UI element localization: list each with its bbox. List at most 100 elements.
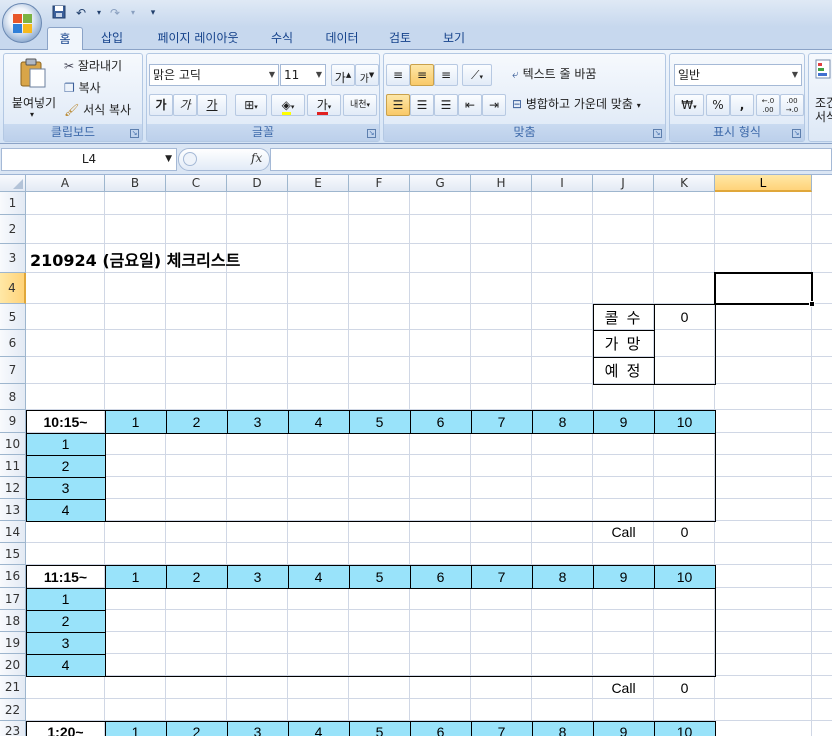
column-number-1[interactable]: 1	[105, 721, 166, 736]
tab-insert[interactable]: 삽입	[92, 27, 132, 50]
column-number-9[interactable]: 9	[593, 721, 654, 736]
row-header-7[interactable]: 7	[0, 357, 26, 384]
row-header-17[interactable]: 17	[0, 588, 26, 610]
grow-font-button[interactable]: 가▲	[331, 64, 355, 86]
insert-function-icon[interactable]: fx	[251, 151, 262, 165]
item-label[interactable]: 3	[26, 632, 105, 654]
column-header-f[interactable]: F	[349, 175, 410, 192]
call-count[interactable]: 0	[654, 676, 715, 699]
fill-handle[interactable]	[809, 301, 815, 307]
italic-button[interactable]: 가	[173, 94, 197, 116]
row-header-8[interactable]: 8	[0, 384, 26, 410]
column-number-10[interactable]: 10	[654, 565, 715, 588]
call-label[interactable]: Call	[593, 521, 654, 543]
column-number-8[interactable]: 8	[532, 565, 593, 588]
conditional-format-label[interactable]: 조건 서식	[815, 96, 832, 124]
row-header-22[interactable]: 22	[0, 699, 26, 721]
phonetic-button[interactable]: 내천▾	[343, 94, 377, 116]
column-number-1[interactable]: 1	[105, 410, 166, 433]
call-count[interactable]: 0	[654, 521, 715, 543]
column-header-l[interactable]: L	[715, 175, 812, 192]
column-number-5[interactable]: 5	[349, 410, 410, 433]
time-slot-label[interactable]: 10:15~	[26, 410, 105, 433]
decrease-decimal-button[interactable]: .00 →.0	[780, 94, 804, 116]
summary-label[interactable]: 예 정	[593, 357, 654, 384]
column-number-9[interactable]: 9	[593, 565, 654, 588]
column-number-4[interactable]: 4	[288, 721, 349, 736]
dialog-launcher-icon[interactable]: ↘	[130, 129, 139, 138]
row-header-10[interactable]: 10	[0, 433, 26, 455]
column-number-3[interactable]: 3	[227, 721, 288, 736]
tab-review[interactable]: 검토	[380, 27, 420, 50]
column-header-h[interactable]: H	[471, 175, 532, 192]
font-color-button[interactable]: 가▾	[307, 94, 341, 116]
column-number-5[interactable]: 5	[349, 565, 410, 588]
align-right-icon[interactable]: ☰	[434, 94, 458, 116]
select-all-corner[interactable]	[0, 175, 26, 192]
column-number-7[interactable]: 7	[471, 721, 532, 736]
column-number-6[interactable]: 6	[410, 410, 471, 433]
shrink-font-button[interactable]: 가▼	[355, 64, 379, 86]
time-slot-label[interactable]: 1:20~	[26, 721, 105, 736]
row-header-15[interactable]: 15	[0, 543, 26, 565]
increase-decimal-button[interactable]: ←.0 .00	[756, 94, 780, 116]
font-name-select[interactable]: 맑은 고딕 ▼	[149, 64, 279, 86]
cut-button[interactable]: ✂ 잘라내기	[64, 56, 122, 78]
tab-formulas[interactable]: 수식	[262, 27, 302, 50]
number-format-select[interactable]: 일반 ▼	[674, 64, 802, 86]
column-number-7[interactable]: 7	[471, 410, 532, 433]
sheet-title[interactable]: 210924 (금요일) 체크리스트	[26, 244, 410, 273]
row-header-5[interactable]: 5	[0, 304, 26, 330]
font-size-select[interactable]: 11 ▼	[280, 64, 326, 86]
row-header-11[interactable]: 11	[0, 455, 26, 477]
row-header-4[interactable]: 4	[0, 273, 26, 304]
summary-label[interactable]: 콜 수	[593, 304, 654, 330]
tab-view[interactable]: 보기	[434, 27, 474, 50]
row-header-9[interactable]: 9	[0, 410, 26, 433]
row-header-21[interactable]: 21	[0, 676, 26, 699]
align-middle-icon[interactable]: ≡	[410, 64, 434, 86]
column-number-9[interactable]: 9	[593, 410, 654, 433]
column-number-8[interactable]: 8	[532, 410, 593, 433]
border-button[interactable]: ⊞▾	[235, 94, 267, 116]
row-header-13[interactable]: 13	[0, 499, 26, 521]
column-header-j[interactable]: J	[593, 175, 654, 192]
merge-center-button[interactable]: ⊟ 병합하고 가운데 맞춤 ▾	[512, 94, 641, 116]
dialog-launcher-icon[interactable]: ↘	[653, 129, 662, 138]
tab-data[interactable]: 데이터	[316, 27, 368, 50]
column-number-10[interactable]: 10	[654, 721, 715, 736]
column-number-6[interactable]: 6	[410, 721, 471, 736]
align-left-icon[interactable]: ☰	[386, 94, 410, 116]
column-number-10[interactable]: 10	[654, 410, 715, 433]
time-slot-label[interactable]: 11:15~	[26, 565, 105, 588]
row-header-18[interactable]: 18	[0, 610, 26, 632]
column-number-5[interactable]: 5	[349, 721, 410, 736]
formula-input[interactable]	[270, 148, 832, 171]
item-label[interactable]: 1	[26, 588, 105, 610]
currency-button[interactable]: ₩▾	[674, 94, 704, 116]
underline-button[interactable]: 가	[197, 94, 227, 116]
row-header-3[interactable]: 3	[0, 244, 26, 273]
column-number-7[interactable]: 7	[471, 565, 532, 588]
column-number-2[interactable]: 2	[166, 721, 227, 736]
row-header-16[interactable]: 16	[0, 565, 26, 588]
row-header-20[interactable]: 20	[0, 654, 26, 676]
customize-qat-icon[interactable]: ▾	[144, 5, 162, 21]
column-header-e[interactable]: E	[288, 175, 349, 192]
office-button[interactable]	[2, 3, 42, 43]
column-header-d[interactable]: D	[227, 175, 288, 192]
row-header-14[interactable]: 14	[0, 521, 26, 543]
row-header-2[interactable]: 2	[0, 215, 26, 244]
chevron-down-icon[interactable]: ▾	[124, 5, 142, 21]
redo-icon[interactable]: ↷	[106, 5, 124, 21]
save-icon[interactable]	[50, 5, 68, 21]
comma-button[interactable]: ,	[730, 94, 754, 116]
orientation-icon[interactable]: ⟋▾	[462, 64, 492, 86]
format-painter-button[interactable]: 🖌 서식 복사	[64, 100, 131, 122]
item-label[interactable]: 4	[26, 499, 105, 521]
worksheet-grid[interactable]: A B C D E F G H I J K L 1 2 3 4 5 6 7 8 9 10 11 12 13 14 15 16 17 18 1…	[0, 175, 832, 736]
decrease-indent-icon[interactable]: ⇤	[458, 94, 482, 116]
column-number-3[interactable]: 3	[227, 565, 288, 588]
column-header-b[interactable]: B	[105, 175, 166, 192]
column-number-8[interactable]: 8	[532, 721, 593, 736]
